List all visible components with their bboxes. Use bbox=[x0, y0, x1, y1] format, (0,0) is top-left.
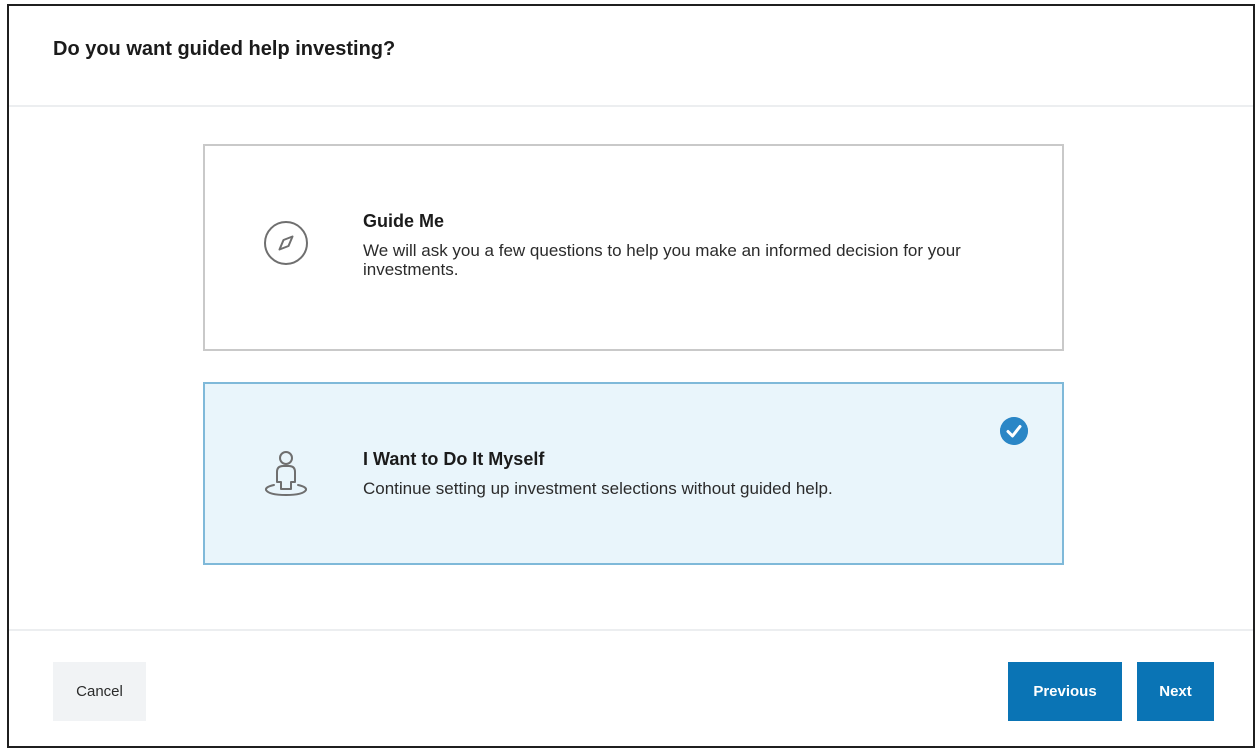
option-text-do-it-myself: I Want to Do It Myself Continue setting … bbox=[363, 449, 1003, 498]
option-text-guide-me: Guide Me We will ask you a few questions… bbox=[363, 211, 1003, 279]
option-card-guide-me[interactable]: Guide Me We will ask you a few questions… bbox=[203, 144, 1064, 351]
dialog-header: Do you want guided help investing? bbox=[9, 6, 1253, 107]
dialog-title: Do you want guided help investing? bbox=[53, 38, 396, 60]
cancel-button[interactable]: Cancel bbox=[53, 662, 146, 721]
option-description: We will ask you a few questions to help … bbox=[363, 241, 961, 279]
option-description: Continue setting up investment selection… bbox=[363, 479, 833, 498]
person-standing-icon bbox=[264, 451, 308, 497]
compass-icon bbox=[264, 221, 308, 265]
dialog: Do you want guided help investing? Guide… bbox=[7, 4, 1255, 748]
option-card-do-it-myself[interactable]: I Want to Do It Myself Continue setting … bbox=[203, 382, 1064, 565]
option-title: Guide Me bbox=[363, 211, 445, 231]
checkmark-icon bbox=[1000, 417, 1028, 445]
next-button[interactable]: Next bbox=[1137, 662, 1214, 721]
dialog-footer: Cancel Previous Next bbox=[9, 631, 1253, 748]
previous-button[interactable]: Previous bbox=[1008, 662, 1122, 721]
dialog-body: Guide Me We will ask you a few questions… bbox=[9, 107, 1253, 631]
option-title: I Want to Do It Myself bbox=[363, 449, 545, 469]
